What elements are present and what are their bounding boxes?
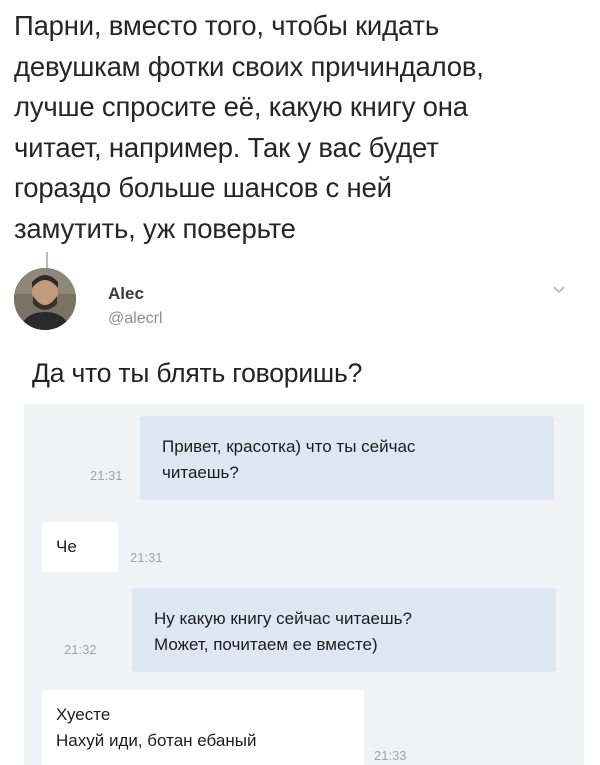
thread-connector-line [46,252,48,268]
message-text: Че [56,537,77,556]
message-timestamp: 21:32 [64,642,97,657]
post-text-line: гораздо больше шансов с ней [14,172,392,203]
chevron-down-icon[interactable] [548,282,570,298]
post-text-line: лучше спросите её, какую книгу она [14,91,468,122]
post-text-line: девушкам фотки своих причиндалов, [14,50,484,82]
message-text: Может, почитаем ее вместе) [154,635,378,654]
outgoing-message-bubble: Ну какую книгу сейчас читаешь? Может, по… [132,588,556,672]
message-text: Ну какую книгу сейчас читаешь? [154,609,412,628]
message-text: Нахуй иди, ботан ебаный [56,731,257,750]
message-timestamp: 21:33 [374,748,407,763]
avatar[interactable] [14,268,76,330]
incoming-message-bubble: Че [42,522,118,572]
message-text: читаешь? [162,463,239,482]
post-text-line: Парни, вместо того, чтобы кидать [14,10,439,41]
message-text: Хуесте [56,705,111,724]
author-handle[interactable]: @alecrl [108,310,162,328]
incoming-message-bubble: Хуесте Нахуй иди, ботан ебаный [42,690,364,765]
post-text-line: замутить, уж поверьте [14,212,296,244]
message-timestamp: 21:31 [90,468,123,483]
author-name[interactable]: Alec [108,284,144,304]
profile-photo [14,268,76,330]
message-timestamp: 21:31 [130,550,163,565]
post-text-line: читает, например. Так у вас будет [14,131,439,163]
message-text: Привет, красотка) что ты сейчас [162,437,416,456]
chat-screenshot: Привет, красотка) что ты сейчас читаешь?… [24,404,584,765]
reply-text: Да что ты блять говоришь? [32,358,363,388]
post-text: Парни, вместо того, чтобы кидать девушка… [14,6,594,249]
outgoing-message-bubble: Привет, красотка) что ты сейчас читаешь? [140,416,554,500]
